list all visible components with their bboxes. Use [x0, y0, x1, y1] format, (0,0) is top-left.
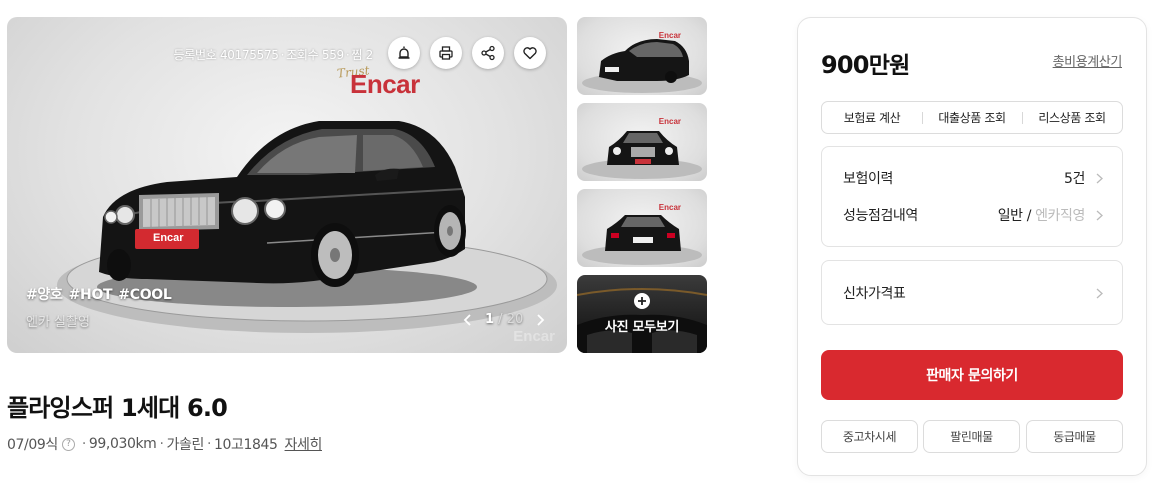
hashtag-list: #양호 #HOT #COOL — [26, 284, 178, 304]
brand-logo-text: Encar — [350, 69, 420, 99]
siren-icon — [398, 46, 410, 59]
thumbnail-rear[interactable]: Encar — [577, 17, 707, 95]
similar-listings-button[interactable]: 동급매물 — [1026, 420, 1123, 453]
inspection-record-label: 성능점검내역 — [843, 208, 918, 224]
inspection-record-value: 일반 / 엔카직영 — [997, 205, 1086, 225]
fuel-type: 가솔린 — [166, 437, 205, 453]
insurance-history-value: 5건 — [1064, 171, 1085, 187]
thumbnail-back[interactable]: Encar — [577, 189, 707, 267]
chevron-right-icon — [1093, 172, 1105, 184]
mileage: 99,030km — [88, 436, 157, 452]
detail-link[interactable]: 자세히 — [285, 434, 323, 454]
watermark: Encar — [513, 328, 555, 345]
price: 900만원 — [821, 46, 911, 80]
thumbnail-front[interactable]: Encar — [577, 103, 707, 181]
plate-label: Encar — [153, 232, 184, 244]
market-price-button[interactable]: 중고차시세 — [821, 420, 918, 453]
chevron-right-icon — [537, 313, 545, 326]
view-all-photos-button[interactable]: 사진 모두보기 — [577, 275, 707, 353]
car-title: 플라잉스퍼 1세대 6.0 — [7, 394, 228, 422]
finance-tab-group: 보험료 계산 대출상품 조회 리스상품 조회 — [821, 101, 1123, 134]
hashtag: #양호 — [26, 287, 63, 303]
help-icon[interactable]: ? — [61, 437, 75, 451]
photo-current: 1 — [485, 312, 495, 327]
inspection-type: 일반 — [997, 208, 1023, 224]
photo-pager: 1 / 20 — [461, 312, 547, 327]
favorite-button[interactable] — [514, 37, 546, 69]
price-number: 900 — [821, 51, 869, 79]
plate-number: 10고1845 — [214, 437, 278, 453]
contact-seller-button[interactable]: 판매자 문의하기 — [821, 350, 1123, 400]
interior-thumbnail-image — [577, 288, 707, 353]
chevron-right-icon — [1093, 287, 1105, 299]
thumbnail-brand: Encar — [658, 117, 681, 126]
inspection-divider: / — [1022, 208, 1036, 224]
price-unit: 만원 — [868, 53, 911, 79]
new-car-price-box[interactable]: 신차가격표 — [821, 260, 1123, 325]
model-year: 07/09식 — [7, 437, 58, 453]
print-button[interactable] — [430, 37, 462, 69]
total-cost-calculator-link[interactable]: 총비용계산기 — [1053, 51, 1123, 70]
thumbnail-brand: Encar — [658, 203, 681, 212]
chevron-left-icon — [463, 313, 471, 326]
next-photo-button[interactable] — [533, 313, 547, 327]
insurance-history-label: 보험이력 — [843, 171, 893, 187]
photo-source-label: 엔카 실촬영 — [26, 315, 90, 330]
history-box: 보험이력 5건 성능점검내역 일반 / 엔카직영 — [821, 146, 1123, 247]
loan-product-tab[interactable]: 대출상품 조회 — [922, 109, 1022, 126]
print-icon — [439, 46, 453, 60]
new-car-price-row[interactable]: 신차가격표 — [843, 283, 1105, 303]
prev-photo-button[interactable] — [461, 313, 475, 327]
report-button[interactable] — [388, 37, 420, 69]
insurance-calc-tab[interactable]: 보험료 계산 — [822, 109, 922, 126]
view-count: 조회수 559 — [286, 48, 344, 62]
heart-icon — [523, 47, 537, 60]
thumbnail-image — [582, 215, 702, 265]
share-icon — [481, 45, 495, 61]
hashtag: #HOT — [68, 287, 113, 303]
thumbnail-image — [582, 131, 702, 179]
photo-total: 20 — [506, 312, 524, 327]
price-panel: 900만원 총비용계산기 보험료 계산 대출상품 조회 리스상품 조회 보험이력… — [797, 17, 1147, 476]
view-all-photos-label: 사진 모두보기 — [604, 320, 680, 335]
share-button[interactable] — [472, 37, 504, 69]
hashtag: #COOL — [118, 287, 172, 303]
new-car-price-label: 신차가격표 — [843, 286, 906, 302]
inspection-direct: 엔카직영 — [1035, 208, 1085, 224]
registration-number: 등록번호 40175575 — [173, 48, 279, 62]
thumbnail-image — [582, 39, 702, 93]
car-summary: 07/09식 ? · 99,030km · 가솔린 · 10고1845 자세히 — [7, 434, 323, 454]
thumbnail-brand: Encar — [658, 31, 681, 40]
photo-counter: 1 / 20 — [485, 312, 524, 327]
sold-listings-button[interactable]: 팔린매물 — [923, 420, 1020, 453]
insurance-history-row[interactable]: 보험이력 5건 — [843, 168, 1105, 188]
inspection-record-row[interactable]: 성능점검내역 일반 / 엔카직영 — [843, 205, 1105, 225]
like-count: 찜 2 — [351, 48, 373, 62]
main-photo[interactable]: Trust Encar Encar 등록번호 40175575 · 조회수 559 ·… — [7, 17, 567, 353]
lease-product-tab[interactable]: 리스상품 조회 — [1022, 109, 1122, 126]
plus-icon — [634, 293, 650, 309]
chevron-right-icon — [1093, 209, 1105, 221]
listing-meta: 등록번호 40175575 · 조회수 559 · 찜 2 — [173, 48, 373, 62]
